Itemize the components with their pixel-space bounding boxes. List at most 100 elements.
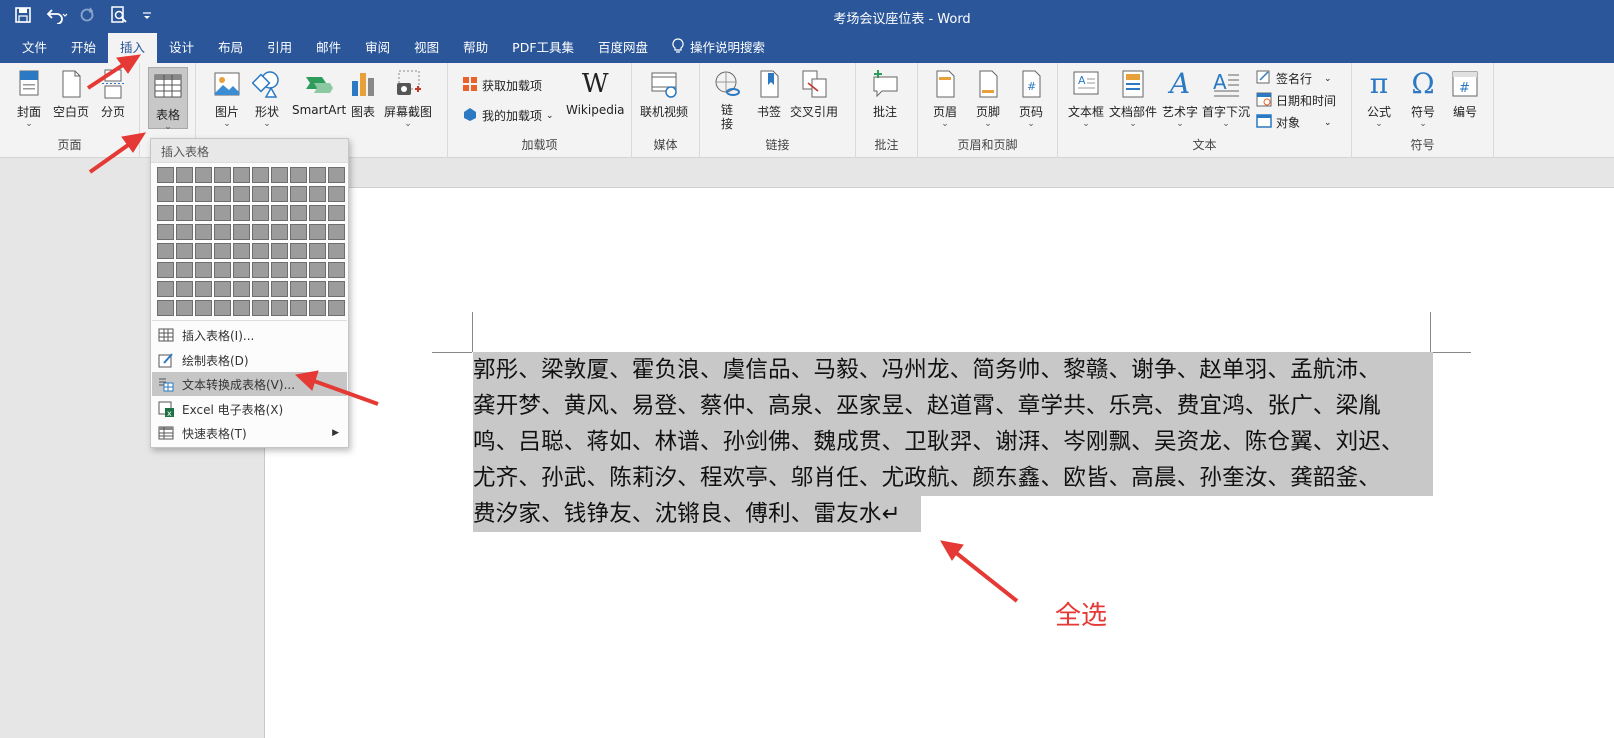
- table-grid-cell[interactable]: [214, 224, 231, 240]
- table-grid-cell[interactable]: [328, 243, 345, 259]
- table-grid-cell[interactable]: [271, 262, 288, 278]
- tab-insert[interactable]: 插入: [108, 33, 158, 63]
- table-grid-cell[interactable]: [176, 243, 193, 259]
- chart-button[interactable]: 图表: [348, 69, 378, 120]
- table-size-grid[interactable]: [157, 167, 345, 316]
- table-grid-cell[interactable]: [309, 281, 326, 297]
- table-grid-cell[interactable]: [233, 186, 250, 202]
- table-grid-cell[interactable]: [214, 300, 231, 316]
- cross-reference-button[interactable]: 交叉引用: [790, 69, 838, 120]
- table-grid-cell[interactable]: [252, 262, 269, 278]
- my-addins-button[interactable]: 我的加载项 ⌄: [462, 106, 554, 125]
- table-grid-cell[interactable]: [290, 224, 307, 240]
- quick-parts-button[interactable]: 文档部件 ⌄: [1109, 69, 1157, 129]
- table-grid-cell[interactable]: [233, 167, 250, 183]
- table-grid-cell[interactable]: [157, 167, 174, 183]
- wikipedia-button[interactable]: W Wikipedia: [566, 69, 625, 117]
- table-grid-cell[interactable]: [290, 300, 307, 316]
- table-grid-cell[interactable]: [309, 205, 326, 221]
- table-grid-cell[interactable]: [214, 167, 231, 183]
- symbol-button[interactable]: Ω 符号 ⌄: [1408, 69, 1438, 129]
- table-grid-cell[interactable]: [176, 205, 193, 221]
- table-grid-cell[interactable]: [309, 167, 326, 183]
- tab-pdf-tools[interactable]: PDF工具集: [500, 33, 586, 63]
- tab-home[interactable]: 开始: [59, 33, 108, 63]
- tab-help[interactable]: 帮助: [451, 33, 500, 63]
- table-grid-cell[interactable]: [309, 243, 326, 259]
- table-grid-cell[interactable]: [157, 186, 174, 202]
- screenshot-button[interactable]: 屏幕截图 ⌄: [384, 69, 432, 129]
- equation-button[interactable]: π 公式 ⌄: [1364, 69, 1394, 129]
- tab-design[interactable]: 设计: [157, 33, 206, 63]
- table-grid-cell[interactable]: [271, 186, 288, 202]
- menu-excel-spreadsheet[interactable]: x Excel 电子表格(X): [152, 397, 347, 421]
- table-grid-cell[interactable]: [309, 224, 326, 240]
- table-grid-cell[interactable]: [271, 205, 288, 221]
- table-grid-cell[interactable]: [290, 281, 307, 297]
- table-grid-cell[interactable]: [252, 243, 269, 259]
- numbering-button[interactable]: # 编号: [1450, 69, 1480, 120]
- table-grid-cell[interactable]: [309, 300, 326, 316]
- smartart-button[interactable]: SmartArt: [292, 69, 346, 117]
- table-grid-cell[interactable]: [233, 205, 250, 221]
- menu-convert-text-to-table[interactable]: 文本转换成表格(V)...: [152, 372, 347, 396]
- table-grid-cell[interactable]: [195, 243, 212, 259]
- table-grid-cell[interactable]: [309, 262, 326, 278]
- table-grid-cell[interactable]: [157, 262, 174, 278]
- table-grid-cell[interactable]: [233, 243, 250, 259]
- table-grid-cell[interactable]: [214, 186, 231, 202]
- table-grid-cell[interactable]: [328, 186, 345, 202]
- blank-page-button[interactable]: 空白页: [53, 69, 89, 120]
- table-grid-cell[interactable]: [195, 186, 212, 202]
- table-grid-cell[interactable]: [290, 262, 307, 278]
- header-button[interactable]: 页眉 ⌄: [930, 69, 960, 129]
- text-box-button[interactable]: A 文本框 ⌄: [1068, 69, 1104, 129]
- table-grid-cell[interactable]: [157, 224, 174, 240]
- table-grid-cell[interactable]: [252, 205, 269, 221]
- object-button[interactable]: 对象 ⌄: [1256, 113, 1332, 132]
- table-grid-cell[interactable]: [328, 167, 345, 183]
- table-grid-cell[interactable]: [328, 224, 345, 240]
- menu-draw-table[interactable]: 绘制表格(D): [152, 348, 347, 372]
- table-grid-cell[interactable]: [252, 224, 269, 240]
- cover-page-button[interactable]: 封面 ⌄: [14, 69, 44, 129]
- table-grid-cell[interactable]: [233, 262, 250, 278]
- table-grid-cell[interactable]: [328, 300, 345, 316]
- drop-cap-button[interactable]: A 首字下沉 ⌄: [1202, 69, 1250, 129]
- table-grid-cell[interactable]: [195, 300, 212, 316]
- table-button[interactable]: 表格 ⌄: [148, 67, 188, 132]
- table-grid-cell[interactable]: [195, 281, 212, 297]
- table-grid-cell[interactable]: [252, 300, 269, 316]
- online-video-button[interactable]: 联机视频: [640, 69, 688, 120]
- table-grid-cell[interactable]: [176, 262, 193, 278]
- table-grid-cell[interactable]: [271, 281, 288, 297]
- table-grid-cell[interactable]: [157, 205, 174, 221]
- table-grid-cell[interactable]: [290, 186, 307, 202]
- table-grid-cell[interactable]: [271, 300, 288, 316]
- footer-button[interactable]: 页脚 ⌄: [973, 69, 1003, 129]
- table-grid-cell[interactable]: [328, 281, 345, 297]
- table-grid-cell[interactable]: [214, 243, 231, 259]
- table-grid-cell[interactable]: [214, 281, 231, 297]
- tab-baidu-netdisk[interactable]: 百度网盘: [586, 33, 660, 63]
- table-grid-cell[interactable]: [176, 300, 193, 316]
- picture-button[interactable]: 图片 ⌄: [212, 69, 242, 129]
- bookmark-button[interactable]: 书签: [754, 69, 784, 120]
- tab-mailings[interactable]: 邮件: [304, 33, 353, 63]
- selected-text[interactable]: 郭彤、梁敦厦、霍负浪、虞信品、马毅、冯州龙、简务帅、黎赣、谢争、赵单羽、孟航沛、…: [473, 352, 1433, 532]
- table-grid-cell[interactable]: [176, 224, 193, 240]
- table-grid-cell[interactable]: [271, 224, 288, 240]
- tab-view[interactable]: 视图: [402, 33, 451, 63]
- shapes-button[interactable]: 形状 ⌄: [251, 69, 282, 129]
- get-addins-button[interactable]: 获取加载项: [462, 76, 542, 95]
- table-grid-cell[interactable]: [233, 300, 250, 316]
- table-grid-cell[interactable]: [252, 186, 269, 202]
- table-grid-cell[interactable]: [290, 243, 307, 259]
- table-grid-cell[interactable]: [328, 205, 345, 221]
- table-grid-cell[interactable]: [195, 262, 212, 278]
- tab-layout[interactable]: 布局: [206, 33, 255, 63]
- table-grid-cell[interactable]: [176, 186, 193, 202]
- page-number-button[interactable]: # 页码 ⌄: [1016, 69, 1046, 129]
- text-line[interactable]: 费汐家、钱铮友、沈锵良、傅利、雷友水↵: [473, 496, 921, 532]
- text-line[interactable]: 尤齐、孙武、陈莉汐、程欢亭、邬肖任、尤政航、颜东鑫、欧皆、高晨、孙奎汝、龚韶釜、: [473, 460, 1433, 496]
